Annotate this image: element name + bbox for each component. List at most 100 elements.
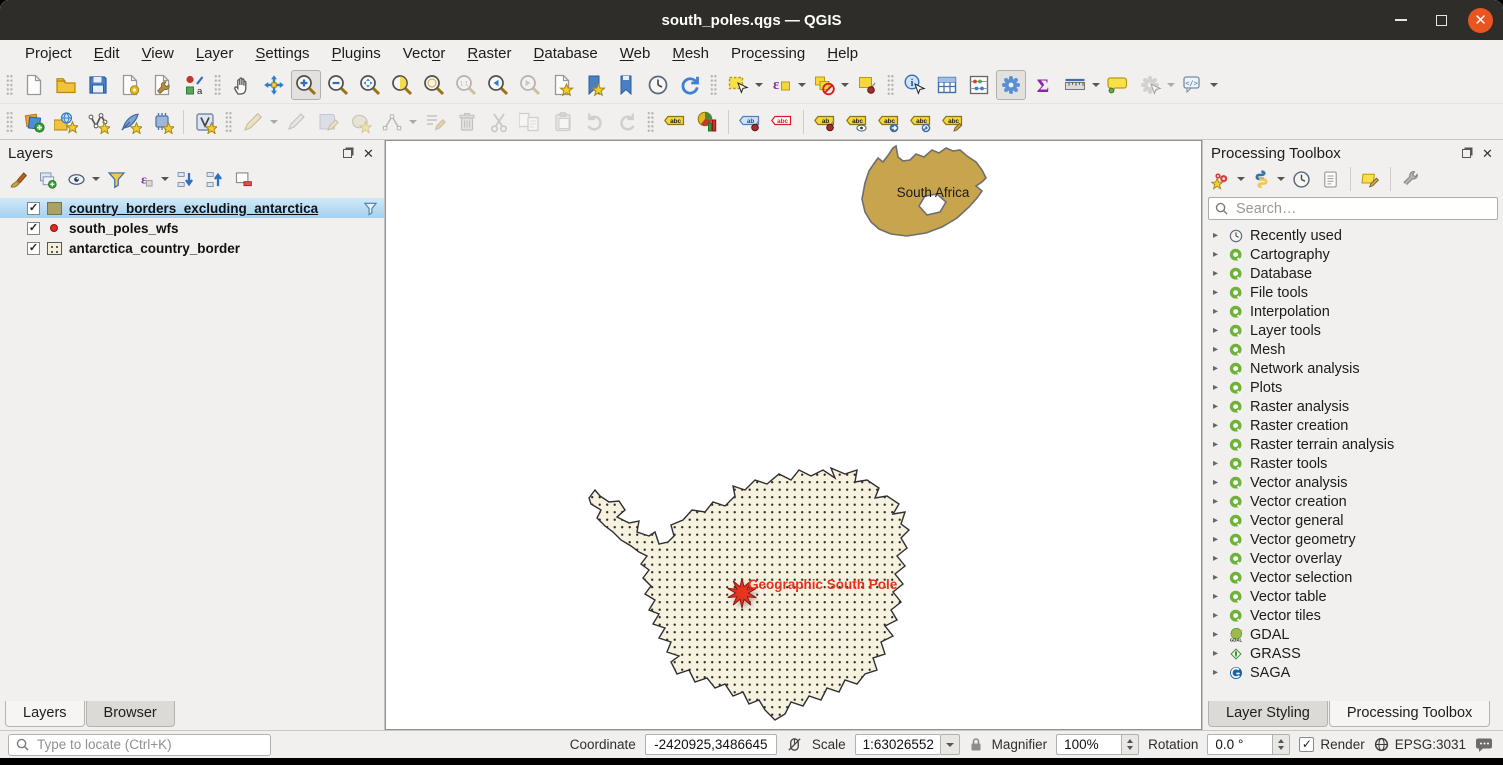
- tab-processing-toolbox[interactable]: Processing Toolbox: [1329, 701, 1490, 727]
- filter-by-expression-button[interactable]: ε: [132, 166, 159, 193]
- toolbox-item[interactable]: ▸GDALGDAL: [1203, 625, 1503, 644]
- close-panel-button[interactable]: ✕: [1480, 146, 1495, 161]
- expand-caret-icon[interactable]: ▸: [1213, 287, 1222, 298]
- options-button[interactable]: [1397, 166, 1424, 193]
- new-spatialite-layer-button[interactable]: [115, 107, 145, 137]
- expand-caret-icon[interactable]: ▸: [1213, 667, 1222, 678]
- layer-visibility-checkbox[interactable]: ✓: [27, 242, 40, 255]
- menu-mesh[interactable]: Mesh: [661, 43, 720, 64]
- expand-caret-icon[interactable]: ▸: [1213, 553, 1222, 564]
- toolbox-item[interactable]: ▸Vector table: [1203, 587, 1503, 606]
- layer-row[interactable]: ✓south_poles_wfs: [0, 218, 384, 238]
- add-group-button[interactable]: [34, 166, 61, 193]
- layer-visibility-checkbox[interactable]: ✓: [27, 222, 40, 235]
- new-print-layout-button[interactable]: [115, 70, 145, 100]
- menu-web[interactable]: Web: [609, 43, 662, 64]
- history-button[interactable]: [1288, 166, 1315, 193]
- toolbox-item[interactable]: ▸Network analysis: [1203, 359, 1503, 378]
- open-attribute-table-button[interactable]: [932, 70, 962, 100]
- expand-caret-icon[interactable]: ▸: [1213, 477, 1222, 488]
- expand-caret-icon[interactable]: ▸: [1213, 458, 1222, 469]
- deselect-features-dropdown[interactable]: [840, 70, 849, 100]
- select-features-button[interactable]: [723, 70, 753, 100]
- menu-edit[interactable]: Edit: [83, 43, 131, 64]
- filter-legend-button[interactable]: [103, 166, 130, 193]
- crs-indicator[interactable]: EPSG:3031: [1395, 737, 1466, 752]
- tab-layer-styling[interactable]: Layer Styling: [1208, 701, 1328, 727]
- expand-caret-icon[interactable]: ▸: [1213, 382, 1222, 393]
- pin-unpin-labels-button[interactable]: ab: [735, 107, 765, 137]
- rotate-label-button[interactable]: abc: [906, 107, 936, 137]
- float-panel-button[interactable]: [340, 146, 355, 161]
- new-scratch-layer-button[interactable]: [147, 107, 177, 137]
- new-shapefile-layer-button[interactable]: [83, 107, 113, 137]
- new-geopackage-layer-button[interactable]: [51, 107, 81, 137]
- scale-combo[interactable]: 1:63026552: [855, 734, 960, 755]
- refresh-button[interactable]: [675, 70, 705, 100]
- toolbox-search-input[interactable]: [1234, 200, 1491, 218]
- layer-row[interactable]: ✓ antarctica_country_border: [0, 238, 384, 258]
- collapse-all-button[interactable]: [201, 166, 228, 193]
- toolbox-item[interactable]: ▸Raster analysis: [1203, 397, 1503, 416]
- expand-caret-icon[interactable]: ▸: [1213, 268, 1222, 279]
- pan-to-selection-button[interactable]: [259, 70, 289, 100]
- select-by-value-button[interactable]: [852, 70, 882, 100]
- layer-visibility-checkbox[interactable]: ✓: [27, 202, 40, 215]
- new-map-view-button[interactable]: [547, 70, 577, 100]
- highlight-pinned-labels-button[interactable]: abc: [767, 107, 797, 137]
- coordinate-field[interactable]: -2420925,3486645: [645, 734, 777, 755]
- layout-manager-button[interactable]: [147, 70, 177, 100]
- expand-caret-icon[interactable]: ▸: [1213, 591, 1222, 602]
- models-button[interactable]: [1208, 166, 1235, 193]
- messages-icon[interactable]: [1475, 737, 1493, 753]
- show-spatial-bookmarks-button[interactable]: [611, 70, 641, 100]
- lock-scale-icon[interactable]: [969, 737, 983, 752]
- identify-features-button[interactable]: i: [900, 70, 930, 100]
- remove-layer-button[interactable]: [230, 166, 257, 193]
- layer-name[interactable]: antarctica_country_border: [69, 241, 240, 256]
- menu-layer[interactable]: Layer: [185, 43, 245, 64]
- toolbox-item[interactable]: ▸Vector geometry: [1203, 530, 1503, 549]
- spin-arrows[interactable]: [1122, 734, 1139, 755]
- pan-map-button[interactable]: [227, 70, 257, 100]
- zoom-to-layer-button[interactable]: [419, 70, 449, 100]
- expand-caret-icon[interactable]: ▸: [1213, 325, 1222, 336]
- rotation-spinbox[interactable]: 0.0 °: [1207, 734, 1290, 755]
- annotations-dropdown[interactable]: [1209, 70, 1218, 100]
- toolbox-item[interactable]: ▸Mesh: [1203, 340, 1503, 359]
- move-label-button[interactable]: ab: [810, 107, 840, 137]
- menu-processing[interactable]: Processing: [720, 43, 816, 64]
- zoom-last-button[interactable]: [483, 70, 513, 100]
- expand-caret-icon[interactable]: ▸: [1213, 496, 1222, 507]
- expand-caret-icon[interactable]: ▸: [1213, 629, 1222, 640]
- open-project-button[interactable]: [51, 70, 81, 100]
- toolbar-grip[interactable]: [647, 111, 654, 133]
- minimize-button[interactable]: [1388, 7, 1414, 33]
- temporal-controller-button[interactable]: [643, 70, 673, 100]
- select-by-expression-dropdown[interactable]: [797, 70, 806, 100]
- expand-caret-icon[interactable]: ▸: [1213, 534, 1222, 545]
- select-features-dropdown[interactable]: [754, 70, 763, 100]
- edit-features-inplace-button[interactable]: [1357, 166, 1384, 193]
- menu-settings[interactable]: Settings: [244, 43, 320, 64]
- annotations-button[interactable]: </>: [1178, 70, 1208, 100]
- processing-toolbox-toggle-button[interactable]: [996, 70, 1026, 100]
- expand-caret-icon[interactable]: ▸: [1213, 230, 1222, 241]
- filter-by-expression-dropdown[interactable]: [160, 164, 169, 194]
- magnifier-value[interactable]: 100%: [1056, 734, 1122, 755]
- toolbar-grip[interactable]: [214, 74, 221, 96]
- show-hide-labels-button[interactable]: abc: [842, 107, 872, 137]
- expand-all-button[interactable]: [172, 166, 199, 193]
- select-by-expression-button[interactable]: ε: [766, 70, 796, 100]
- new-virtual-layer-button[interactable]: [190, 107, 220, 137]
- zoom-in-button[interactable]: [291, 70, 321, 100]
- toolbox-item[interactable]: ▸Raster terrain analysis: [1203, 435, 1503, 454]
- toolbox-item[interactable]: ▸Cartography: [1203, 245, 1503, 264]
- toolbox-item[interactable]: ▸Vector analysis: [1203, 473, 1503, 492]
- statistical-summary-button[interactable]: Σ: [1028, 70, 1058, 100]
- scale-value[interactable]: 1:63026552: [855, 734, 941, 755]
- zoom-to-selection-button[interactable]: [387, 70, 417, 100]
- expand-caret-icon[interactable]: ▸: [1213, 249, 1222, 260]
- scale-dropdown-button[interactable]: [941, 734, 960, 755]
- move-label-diagram-button[interactable]: abc: [874, 107, 904, 137]
